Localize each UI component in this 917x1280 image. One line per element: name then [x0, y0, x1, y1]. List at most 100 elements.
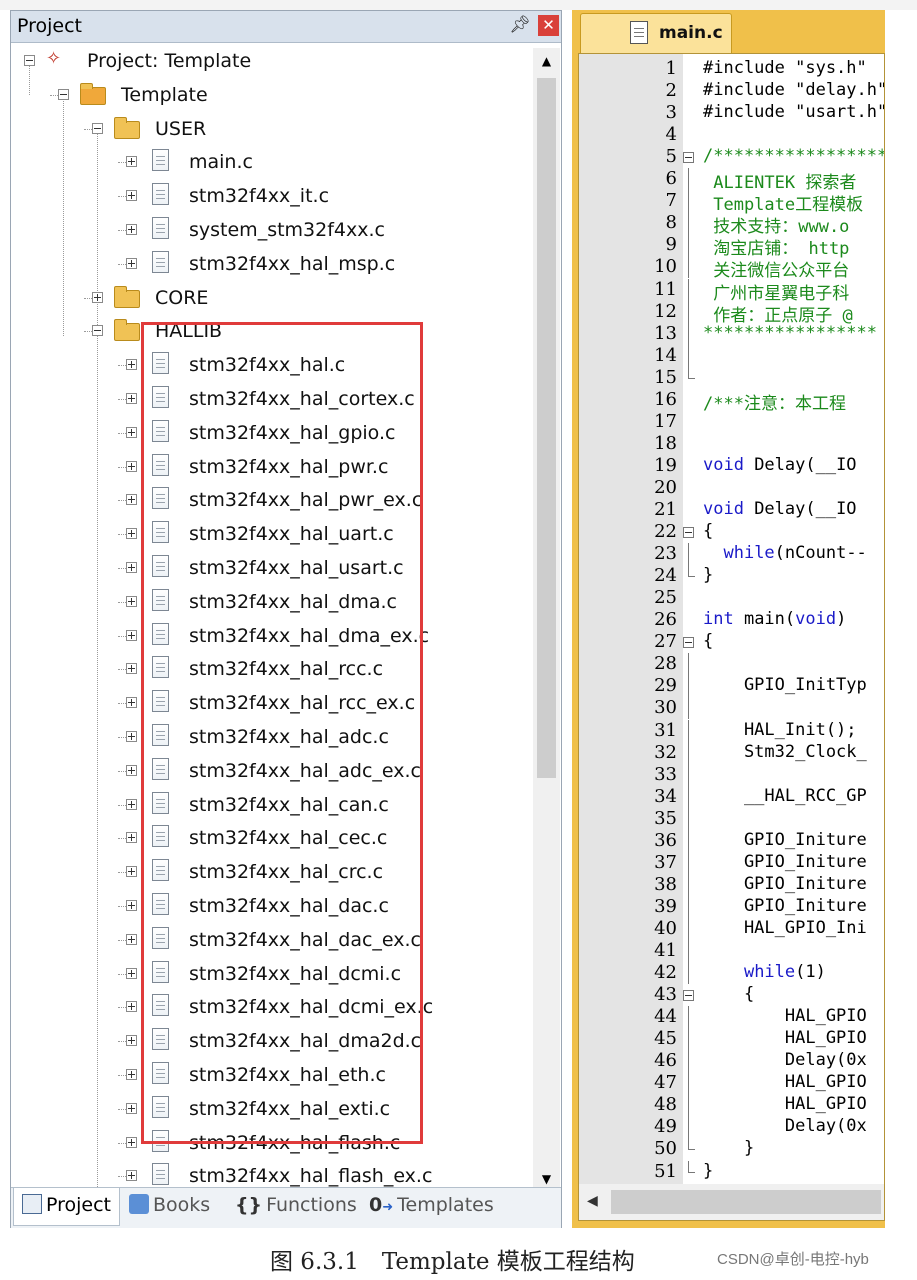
expand-icon[interactable]	[126, 1001, 137, 1013]
project-icon	[22, 1194, 42, 1214]
expand-icon[interactable]	[126, 1069, 137, 1080]
scroll-left-icon[interactable]: ◀	[587, 1193, 598, 1209]
line-number: 50	[654, 1138, 677, 1160]
scroll-up-icon[interactable]: ▲	[533, 48, 560, 75]
scroll-thumb[interactable]	[537, 78, 556, 778]
tree-guide-line	[118, 162, 126, 164]
expand-icon[interactable]	[126, 1102, 137, 1114]
expand-icon[interactable]	[126, 663, 137, 675]
expand-icon[interactable]	[126, 1170, 137, 1182]
tab-templates[interactable]: 0➜ Templates	[369, 1194, 494, 1222]
code-line: GPIO_Initure	[703, 852, 867, 872]
line-number: 29	[654, 675, 677, 697]
tab-functions[interactable]: {} Functions	[235, 1194, 357, 1222]
close-button[interactable]: ✕	[538, 15, 559, 36]
hscroll-thumb[interactable]	[611, 1190, 881, 1214]
tree-root-item[interactable]: ✧ Project: Template	[11, 46, 531, 79]
tree-file-item[interactable]: main.c	[11, 147, 531, 180]
expand-icon[interactable]	[126, 190, 137, 202]
code-text: (1)	[795, 962, 826, 983]
code-editor[interactable]: 1 2 3 4 5 6 7 8 9 10 11 12 13 14 15 16 17 18 19 20 21 22 23 24 2…	[578, 53, 885, 1221]
tab-project[interactable]: Project	[13, 1188, 121, 1226]
expand-icon[interactable]	[126, 562, 137, 573]
expand-icon[interactable]	[126, 359, 137, 371]
expand-icon[interactable]	[126, 731, 137, 742]
expand-icon[interactable]	[126, 460, 137, 472]
tree-folder-item[interactable]: CORE	[11, 283, 531, 316]
code-text: HAL_Init();	[703, 719, 857, 740]
expand-icon[interactable]	[126, 156, 137, 168]
editor-tab-main-c[interactable]: main.c	[580, 13, 732, 53]
tree-file-item[interactable]: system_stm32f4xx.c	[11, 215, 531, 248]
collapse-icon[interactable]	[58, 88, 69, 100]
expand-icon[interactable]	[126, 528, 137, 540]
expand-icon[interactable]	[126, 900, 137, 911]
tree-guide-line	[118, 466, 126, 468]
code-keyword: void	[795, 609, 837, 630]
expand-icon[interactable]	[126, 967, 137, 979]
collapse-icon[interactable]	[24, 55, 35, 66]
tab-books[interactable]: Books	[129, 1194, 210, 1222]
expand-icon[interactable]	[126, 426, 137, 438]
line-number: 23	[654, 543, 677, 565]
code-text: )	[836, 609, 847, 630]
expand-icon[interactable]	[126, 697, 137, 709]
tree-file-item[interactable]: stm32f4xx_hal_msp.c	[11, 249, 531, 282]
expand-icon[interactable]	[92, 291, 103, 303]
line-number: 7	[665, 190, 677, 212]
code-comment: /***注意：本工程	[703, 393, 846, 414]
fold-collapse-icon[interactable]	[683, 152, 694, 164]
code-text: {	[703, 521, 714, 542]
code-text: __HAL_RCC_GP	[703, 785, 867, 806]
top-strip	[0, 0, 917, 10]
line-number: 2	[665, 80, 677, 102]
folder-icon	[114, 116, 140, 139]
expand-icon[interactable]	[126, 866, 137, 878]
code-line: void Delay(__IO	[703, 499, 857, 519]
code-keyword: void	[703, 499, 744, 519]
tree-guide-line	[118, 1142, 126, 1144]
expand-icon[interactable]	[126, 393, 137, 404]
c-file-icon	[152, 149, 169, 172]
tree-item-label: Template	[121, 83, 208, 106]
collapse-icon[interactable]	[92, 122, 103, 134]
expand-icon[interactable]	[126, 595, 137, 607]
fold-guide	[688, 829, 689, 852]
tree-target-item[interactable]: Template	[11, 80, 531, 113]
vertical-scrollbar[interactable]: ▲ ▼	[533, 48, 560, 1193]
expand-icon[interactable]	[126, 798, 137, 810]
c-file-icon	[152, 250, 169, 273]
fold-collapse-icon[interactable]	[683, 990, 694, 1002]
project-panel: Project 📌︎ ✕ ✧ Project: Template Template U…	[10, 10, 562, 1228]
expand-icon[interactable]	[126, 257, 137, 269]
horizontal-scrollbar[interactable]: ◀	[579, 1184, 884, 1220]
line-number: 17	[654, 410, 677, 432]
tree-file-item[interactable]: stm32f4xx_it.c	[11, 181, 531, 214]
expand-icon[interactable]	[126, 224, 137, 235]
expand-icon[interactable]	[126, 1136, 137, 1148]
fold-collapse-icon[interactable]	[683, 527, 694, 539]
expand-icon[interactable]	[126, 933, 137, 945]
line-number: 13	[654, 322, 677, 344]
tree-guide-line	[118, 534, 126, 536]
expand-icon[interactable]	[126, 764, 137, 776]
code-line: HAL_GPIO	[703, 1072, 867, 1092]
code-line: HAL_GPIO	[703, 1094, 867, 1114]
expand-icon[interactable]	[126, 629, 137, 641]
fold-guide	[688, 1116, 689, 1139]
tree-guide-line	[118, 1007, 126, 1009]
code-text: HAL_GPIO	[703, 1028, 867, 1049]
collapse-icon[interactable]	[92, 325, 103, 337]
tree-item-label: stm32f4xx_it.c	[189, 185, 330, 208]
expand-icon[interactable]	[126, 832, 137, 844]
fold-end-mark	[688, 377, 695, 379]
line-number: 11	[654, 278, 677, 300]
fold-collapse-icon[interactable]	[683, 637, 694, 649]
fold-end-mark	[688, 576, 695, 578]
tree-item-label: main.c	[189, 151, 253, 174]
pin-icon[interactable]: 📌︎	[509, 15, 531, 35]
expand-icon[interactable]	[126, 1035, 137, 1047]
expand-icon[interactable]	[126, 494, 137, 506]
tree-guide-line	[118, 906, 126, 907]
tree-folder-item[interactable]: USER	[11, 114, 531, 147]
